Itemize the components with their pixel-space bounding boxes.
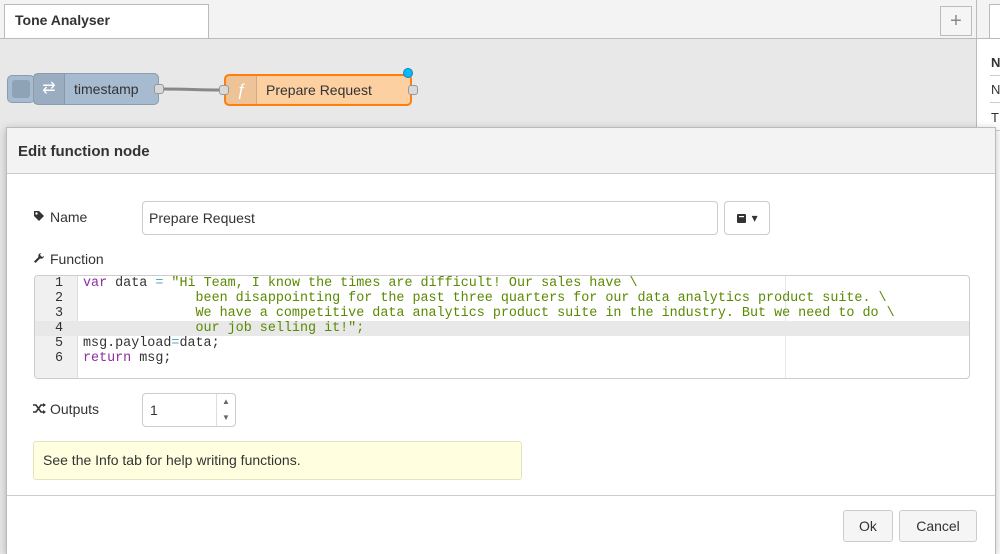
wrench-icon	[33, 252, 47, 267]
code-text: our job selling it!";	[83, 321, 365, 336]
tab-tone-analyser[interactable]: Tone Analyser	[4, 4, 209, 38]
code-line-active[interactable]: 4 our job selling it!";	[35, 321, 969, 336]
code-text: been disappointing for the past three qu…	[83, 291, 887, 306]
arrow-in-icon: ⇄	[34, 74, 65, 104]
code-editor[interactable]: 1 var data = "Hi Team, I know the times …	[34, 275, 970, 379]
code-line[interactable]: 2 been disappointing for the past three …	[35, 291, 969, 306]
function-node[interactable]: ƒ Prepare Request	[224, 74, 412, 106]
edit-function-dialog: Edit function node Name ▾ Function 1 var…	[6, 127, 996, 554]
function-input-port[interactable]	[219, 85, 229, 95]
cancel-button[interactable]: Cancel	[899, 510, 977, 542]
help-tip: See the Info tab for help writing functi…	[33, 441, 522, 480]
sidebar-text: N	[991, 55, 1000, 70]
code-line[interactable]: 3 We have a competitive data analytics p…	[35, 306, 969, 321]
add-tab-button[interactable]: +	[940, 6, 972, 36]
code-text: msg.payload=data;	[83, 336, 220, 351]
decrement-button[interactable]: ▼	[217, 410, 235, 426]
function-label: Function	[33, 251, 104, 267]
code-text: var data = "Hi Team, I know the times ar…	[83, 276, 638, 291]
dialog-header: Edit function node	[7, 128, 995, 174]
divider	[990, 102, 1000, 103]
workspace-tab-bar: Tone Analyser +	[0, 0, 976, 39]
code-line[interactable]: 1 var data = "Hi Team, I know the times …	[35, 276, 969, 291]
outputs-input[interactable]	[143, 394, 213, 426]
sidebar-text: N	[991, 82, 1000, 97]
code-line[interactable]: 5 msg.payload=data;	[35, 336, 969, 351]
changed-indicator	[403, 68, 413, 78]
code-text: We have a competitive data analytics pro…	[83, 306, 895, 321]
name-label: Name	[33, 209, 87, 225]
library-button[interactable]: ▾	[724, 201, 770, 235]
sidebar-tab-info[interactable]	[989, 4, 1000, 38]
inject-output-port[interactable]	[154, 84, 164, 94]
sidebar-text: T	[991, 110, 999, 125]
dialog-title: Edit function node	[18, 143, 150, 160]
code-text: return msg;	[83, 351, 172, 366]
caret-down-icon: ▾	[751, 211, 758, 225]
shuffle-icon	[33, 403, 47, 417]
outputs-label: Outputs	[33, 401, 99, 417]
name-input[interactable]	[142, 201, 718, 235]
inject-node[interactable]: ⇄ timestamp	[33, 73, 159, 105]
dialog-footer: Ok Cancel	[7, 495, 995, 554]
increment-button[interactable]: ▲	[217, 394, 235, 410]
book-icon	[736, 211, 751, 225]
divider	[990, 75, 1000, 76]
outputs-stepper[interactable]: ▲ ▼	[142, 393, 236, 427]
inject-node-label: timestamp	[74, 81, 139, 97]
function-node-label: Prepare Request	[266, 82, 372, 98]
function-icon: ƒ	[226, 76, 257, 104]
code-line[interactable]: 6 return msg;	[35, 351, 969, 366]
function-output-port[interactable]	[408, 85, 418, 95]
tag-icon	[33, 210, 47, 225]
ok-button[interactable]: Ok	[843, 510, 893, 542]
inject-trigger-button[interactable]	[7, 75, 35, 103]
sidebar-tab-bar	[977, 0, 1000, 39]
